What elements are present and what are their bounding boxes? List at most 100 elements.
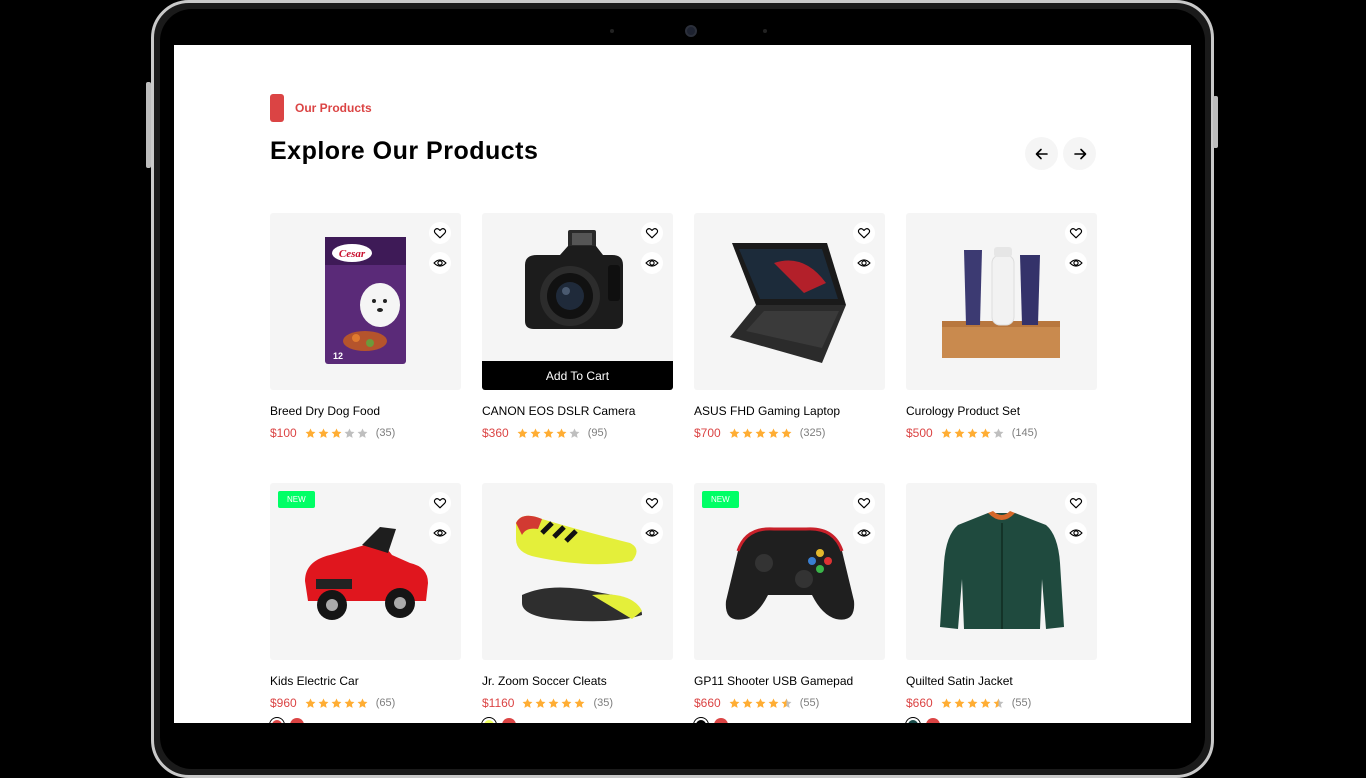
star-icon bbox=[729, 698, 740, 708]
product-name[interactable]: Breed Dry Dog Food bbox=[270, 404, 461, 418]
rating-stars bbox=[729, 698, 792, 709]
quick-view-button[interactable] bbox=[853, 522, 875, 544]
star-icon bbox=[344, 698, 355, 708]
wishlist-button[interactable] bbox=[1065, 222, 1087, 244]
prev-button[interactable] bbox=[1025, 137, 1058, 170]
product-name[interactable]: Kids Electric Car bbox=[270, 674, 461, 688]
star-icon bbox=[993, 698, 1004, 708]
rating-stars bbox=[305, 698, 368, 709]
product-price: $100 bbox=[270, 426, 297, 440]
star-icon bbox=[569, 428, 580, 438]
star-icon bbox=[562, 698, 572, 708]
quick-view-button[interactable] bbox=[641, 252, 663, 274]
rating-stars bbox=[941, 428, 1004, 439]
product-name[interactable]: GP11 Shooter USB Gamepad bbox=[694, 674, 885, 688]
quick-view-button[interactable] bbox=[1065, 522, 1087, 544]
new-badge: NEW bbox=[278, 491, 315, 508]
wishlist-button[interactable] bbox=[429, 222, 451, 244]
quick-view-button[interactable] bbox=[1065, 252, 1087, 274]
eye-icon bbox=[433, 259, 447, 267]
product-card[interactable]: NEW Kids Electric Car $960 (65) bbox=[270, 483, 461, 723]
star-icon bbox=[941, 428, 952, 438]
next-button[interactable] bbox=[1063, 137, 1096, 170]
wishlist-button[interactable] bbox=[429, 492, 451, 514]
eye-icon bbox=[857, 529, 871, 537]
product-price: $500 bbox=[906, 426, 933, 440]
arrow-right-icon bbox=[1073, 148, 1086, 159]
star-icon bbox=[980, 428, 991, 438]
star-icon bbox=[357, 428, 368, 438]
star-icon bbox=[318, 428, 329, 438]
wishlist-button[interactable] bbox=[1065, 492, 1087, 514]
product-card[interactable]: Jr. Zoom Soccer Cleats $1160 (35) bbox=[482, 483, 673, 723]
product-name[interactable]: ASUS FHD Gaming Laptop bbox=[694, 404, 885, 418]
review-count: (55) bbox=[799, 697, 820, 709]
product-image-area[interactable] bbox=[906, 483, 1097, 660]
heart-icon bbox=[1069, 498, 1083, 509]
review-count: (55) bbox=[1011, 697, 1032, 709]
quick-view-button[interactable] bbox=[429, 252, 451, 274]
product-meta: $700 (325) bbox=[694, 426, 885, 440]
wishlist-button[interactable] bbox=[853, 492, 875, 514]
wishlist-button[interactable] bbox=[641, 222, 663, 244]
wishlist-button[interactable] bbox=[641, 492, 663, 514]
product-card[interactable]: ASUS FHD Gaming Laptop $700 (325) bbox=[694, 213, 885, 440]
eye-icon bbox=[645, 259, 659, 267]
star-icon bbox=[549, 698, 559, 708]
eye-icon bbox=[645, 529, 659, 537]
add-to-cart-button[interactable]: Add To Cart bbox=[482, 361, 673, 390]
product-meta: $960 (65) bbox=[270, 696, 461, 710]
star-icon bbox=[344, 428, 355, 438]
star-icon bbox=[729, 428, 740, 438]
product-card[interactable]: NEW GP11 Shooter USB Gamepad $660 (55) bbox=[694, 483, 885, 723]
product-name[interactable]: CANON EOS DSLR Camera bbox=[482, 404, 673, 418]
wishlist-button[interactable] bbox=[853, 222, 875, 244]
product-image-area[interactable]: Add To Cart bbox=[482, 213, 673, 390]
color-swatch[interactable] bbox=[696, 720, 706, 723]
color-swatch[interactable] bbox=[484, 720, 494, 723]
product-name[interactable]: Curology Product Set bbox=[906, 404, 1097, 418]
eye-icon bbox=[857, 259, 871, 267]
star-icon bbox=[768, 698, 779, 708]
product-card[interactable]: Quilted Satin Jacket $660 (55) bbox=[906, 483, 1097, 723]
color-swatch[interactable] bbox=[290, 718, 304, 723]
product-image-area[interactable] bbox=[906, 213, 1097, 390]
svg-text:12: 12 bbox=[333, 351, 343, 361]
product-name[interactable]: Quilted Satin Jacket bbox=[906, 674, 1097, 688]
star-icon bbox=[980, 698, 991, 708]
quick-view-button[interactable] bbox=[853, 252, 875, 274]
power-button bbox=[1213, 96, 1218, 148]
product-price: $660 bbox=[694, 696, 721, 710]
star-icon bbox=[781, 428, 792, 438]
screen: Our Products Explore Our Products Cesar … bbox=[174, 45, 1191, 723]
quick-view-button[interactable] bbox=[641, 522, 663, 544]
color-swatch[interactable] bbox=[926, 718, 940, 723]
star-icon bbox=[543, 428, 554, 438]
product-name[interactable]: Jr. Zoom Soccer Cleats bbox=[482, 674, 673, 688]
heart-icon bbox=[645, 228, 659, 239]
star-icon bbox=[331, 428, 342, 438]
color-swatch[interactable] bbox=[714, 718, 728, 723]
quick-view-button[interactable] bbox=[429, 522, 451, 544]
color-swatch[interactable] bbox=[272, 720, 282, 723]
section-tag-label: Our Products bbox=[295, 101, 372, 115]
eye-icon bbox=[1069, 529, 1083, 537]
color-swatch[interactable] bbox=[908, 720, 918, 723]
product-image-area[interactable] bbox=[482, 483, 673, 660]
star-icon bbox=[755, 428, 766, 438]
heart-icon bbox=[857, 228, 871, 239]
review-count: (145) bbox=[1011, 427, 1038, 439]
product-card[interactable]: Curology Product Set $500 (145) bbox=[906, 213, 1097, 440]
sensor-dot bbox=[763, 29, 767, 33]
review-count: (65) bbox=[375, 697, 396, 709]
product-image-area[interactable]: NEW bbox=[694, 483, 885, 660]
product-image-area[interactable]: NEW bbox=[270, 483, 461, 660]
product-card[interactable]: Cesar 12 Breed Dry Dog Food $100 (35) bbox=[270, 213, 461, 440]
star-icon bbox=[993, 428, 1004, 438]
product-card[interactable]: Add To Cart CANON EOS DSLR Camera $360 (… bbox=[482, 213, 673, 440]
star-icon bbox=[536, 698, 546, 708]
product-image-area[interactable] bbox=[694, 213, 885, 390]
product-image-area[interactable]: Cesar 12 bbox=[270, 213, 461, 390]
color-swatch[interactable] bbox=[502, 718, 516, 723]
rating-stars bbox=[729, 428, 792, 439]
